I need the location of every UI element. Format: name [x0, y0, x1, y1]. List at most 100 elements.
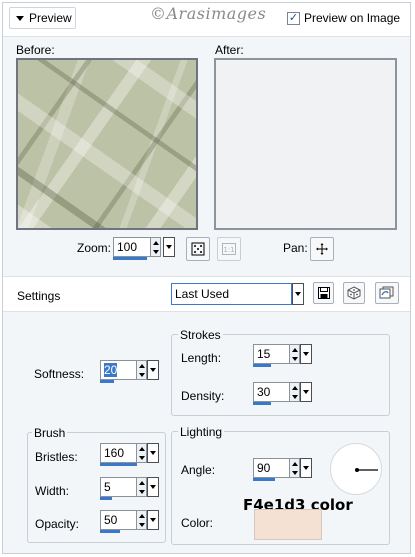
- zoom-fit-button[interactable]: [186, 237, 210, 261]
- actual-size-icon: 1:1: [222, 243, 236, 255]
- fit-to-window-icon: [191, 242, 205, 256]
- chevron-down-icon: [303, 390, 309, 394]
- triangle-down-icon: [16, 15, 24, 21]
- spin-down-icon[interactable]: [290, 468, 299, 477]
- spin-up-icon[interactable]: [137, 444, 146, 453]
- zoom-value: 100: [117, 240, 138, 254]
- bristles-dropdown-button[interactable]: [147, 443, 159, 463]
- preset-select[interactable]: Last Used: [171, 283, 292, 305]
- softness-spinner[interactable]: [137, 360, 147, 380]
- pan-move-icon: [316, 243, 328, 255]
- width-value: 5: [104, 480, 111, 494]
- preview-on-image-checkbox[interactable]: ✓: [287, 11, 300, 25]
- actual-size-button[interactable]: 1:1: [217, 237, 241, 261]
- light-color-swatch[interactable]: [254, 509, 322, 540]
- angle-dropdown-button[interactable]: [300, 458, 312, 478]
- pan-button[interactable]: [310, 237, 334, 261]
- opacity-level-bar: [100, 530, 120, 533]
- chevron-down-icon: [150, 485, 156, 489]
- width-dropdown-button[interactable]: [147, 477, 159, 497]
- length-dropdown-button[interactable]: [300, 344, 312, 364]
- chevron-down-icon: [303, 352, 309, 356]
- reset-defaults-button[interactable]: [375, 282, 399, 304]
- opacity-value: 50: [104, 513, 118, 527]
- bristles-input[interactable]: 160: [100, 443, 137, 463]
- softness-label: Softness:: [34, 367, 85, 381]
- spin-up-icon[interactable]: [290, 383, 299, 392]
- preview-on-image-label: Preview on Image: [304, 11, 401, 25]
- save-preset-icon: [317, 287, 330, 299]
- opacity-label: Opacity:: [35, 517, 80, 531]
- preview-toggle-label: Preview: [29, 11, 72, 25]
- bristles-level-bar: [100, 463, 137, 466]
- reset-defaults-icon: [379, 286, 394, 299]
- angle-spinner[interactable]: [290, 458, 300, 478]
- softness-input[interactable]: 20: [100, 360, 137, 380]
- density-dropdown-button[interactable]: [300, 382, 312, 402]
- spin-down-icon[interactable]: [137, 487, 146, 496]
- svg-text:1:1: 1:1: [223, 246, 234, 254]
- length-spinner[interactable]: [290, 344, 300, 364]
- spin-up-icon[interactable]: [290, 345, 299, 354]
- spin-down-icon[interactable]: [151, 247, 160, 256]
- length-input[interactable]: 15: [253, 344, 290, 364]
- width-label: Width:: [35, 484, 70, 498]
- randomize-button[interactable]: [343, 282, 365, 304]
- preset-value: Last Used: [175, 287, 230, 301]
- preview-on-image-option[interactable]: ✓ Preview on Image: [287, 11, 400, 25]
- angle-input[interactable]: 90: [253, 458, 290, 478]
- zoom-dropdown-button[interactable]: [163, 237, 175, 257]
- opacity-spinner[interactable]: [137, 510, 147, 530]
- chevron-down-icon: [295, 292, 301, 296]
- pan-label: Pan:: [283, 241, 308, 255]
- chevron-down-icon: [150, 451, 156, 455]
- bristles-spinner[interactable]: [137, 443, 147, 463]
- angle-dial[interactable]: [330, 443, 382, 495]
- bristles-value: 160: [104, 446, 125, 460]
- settings-label: Settings: [17, 289, 61, 303]
- opacity-input[interactable]: 50: [100, 510, 137, 530]
- after-label: After:: [215, 43, 244, 57]
- angle-value: 90: [257, 461, 271, 475]
- zoom-label: Zoom:: [77, 241, 112, 255]
- width-spinner[interactable]: [137, 477, 147, 497]
- chevron-down-icon: [150, 368, 156, 372]
- softness-dropdown-button[interactable]: [147, 360, 159, 380]
- width-input[interactable]: 5: [100, 477, 137, 497]
- randomize-dice-icon: [347, 286, 361, 300]
- spin-up-icon[interactable]: [151, 238, 160, 247]
- strokes-group-title: Strokes: [178, 328, 223, 342]
- density-input[interactable]: 30: [253, 382, 290, 402]
- spin-up-icon[interactable]: [290, 459, 299, 468]
- preset-dropdown-button[interactable]: [292, 283, 304, 305]
- spin-down-icon[interactable]: [137, 370, 146, 379]
- spin-down-icon[interactable]: [137, 453, 146, 462]
- spin-down-icon[interactable]: [290, 354, 299, 363]
- chevron-down-icon: [166, 245, 172, 249]
- zoom-input[interactable]: 100: [113, 237, 151, 257]
- before-preview-image[interactable]: [16, 58, 198, 230]
- spin-up-icon[interactable]: [137, 478, 146, 487]
- zoom-spinner[interactable]: [151, 237, 161, 257]
- bristles-label: Bristles:: [35, 450, 78, 464]
- width-level-bar: [100, 497, 112, 500]
- angle-needle-icon: [355, 468, 378, 472]
- density-value: 30: [257, 385, 271, 399]
- lighting-group-title: Lighting: [178, 425, 225, 439]
- softness-level-bar: [100, 380, 114, 383]
- angle-level-bar: [253, 478, 275, 481]
- before-label: Before:: [16, 43, 55, 57]
- spin-down-icon[interactable]: [137, 520, 146, 529]
- save-preset-button[interactable]: [313, 282, 334, 304]
- spin-up-icon[interactable]: [137, 511, 146, 520]
- softness-value: 20: [104, 363, 118, 377]
- chevron-down-icon: [150, 518, 156, 522]
- color-label: Color:: [181, 516, 214, 530]
- chevron-down-icon: [303, 466, 309, 470]
- after-preview-image[interactable]: [214, 58, 397, 230]
- density-spinner[interactable]: [290, 382, 300, 402]
- preview-toggle-button[interactable]: Preview: [9, 7, 76, 29]
- spin-up-icon[interactable]: [137, 361, 146, 370]
- opacity-dropdown-button[interactable]: [147, 510, 159, 530]
- spin-down-icon[interactable]: [290, 392, 299, 401]
